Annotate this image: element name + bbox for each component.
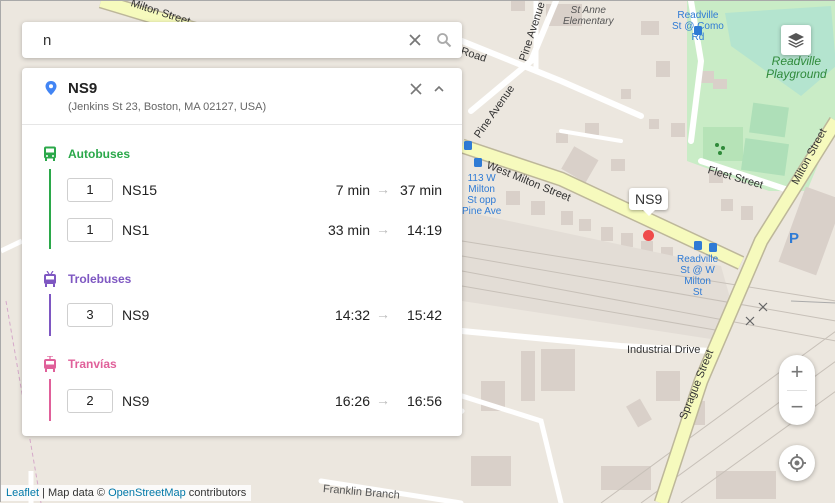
section-title: Autobuses	[68, 147, 131, 161]
zoom-out-button[interactable]: −	[779, 390, 815, 425]
section-title: Tranvías	[68, 357, 117, 371]
map-label-readville-como: Readville St @ Como Rd	[672, 10, 724, 43]
locate-button[interactable]	[779, 445, 815, 481]
section-autobuses: Autobuses 1 NS15 7 min → 37 min 1 NS1 33…	[22, 146, 462, 256]
route-row[interactable]: 2 NS9 16:26 → 16:56	[67, 389, 445, 413]
arrow-right-icon: →	[376, 181, 390, 197]
stop-name: NS9	[68, 80, 98, 97]
trolleybus-icon	[44, 271, 56, 287]
departure-time: 16:26	[334, 393, 370, 409]
arrow-right-icon: →	[376, 306, 390, 322]
departure-time: 33 min	[327, 222, 370, 238]
section-title: Trolebuses	[68, 272, 132, 286]
collapse-chevron-icon[interactable]	[434, 85, 444, 93]
leaflet-link[interactable]: Leaflet	[6, 487, 39, 499]
arrival-time: 14:19	[406, 222, 442, 238]
route-row[interactable]: 1 NS15 7 min → 37 min	[67, 178, 445, 202]
stop-marker-tooltip: NS9	[629, 188, 669, 216]
attribution-separator: | Map data ©	[39, 487, 109, 499]
crosshair-icon	[788, 454, 806, 472]
arrival-time: 16:56	[406, 393, 442, 409]
stop-marker[interactable]	[643, 230, 654, 241]
vehicle-count-badge: 1	[67, 218, 113, 242]
arrow-right-icon: →	[376, 221, 390, 237]
line-name: NS1	[122, 222, 150, 238]
vehicle-count-badge: 2	[67, 389, 113, 413]
search-icon[interactable]	[436, 32, 452, 48]
departure-time: 7 min	[335, 182, 370, 198]
map-attribution: Leaflet | Map data © OpenStreetMap contr…	[1, 485, 252, 501]
vehicle-count-badge: 3	[67, 303, 113, 327]
route-row[interactable]: 3 NS9 14:32 → 15:42	[67, 303, 445, 327]
stop-address: (Jenkins St 23, Boston, MA 02127, USA)	[68, 101, 267, 113]
zoom-in-button[interactable]: +	[779, 355, 815, 390]
stop-panel: NS9 (Jenkins St 23, Boston, MA 02127, US…	[22, 68, 462, 436]
vehicle-count-badge: 1	[67, 178, 113, 202]
location-pin-icon	[45, 81, 57, 95]
attribution-suffix: contributors	[185, 487, 247, 499]
arrival-time: 15:42	[406, 307, 442, 323]
arrival-time: 37 min	[399, 182, 442, 198]
clear-search-icon[interactable]	[407, 32, 423, 48]
map-label-parking: P	[789, 230, 800, 247]
close-panel-icon[interactable]	[410, 83, 422, 95]
layers-icon	[788, 33, 804, 48]
line-name: NS9	[122, 393, 150, 409]
zoom-control: + −	[779, 355, 815, 425]
map-label-stop-113: 113 W Milton St opp Pine Ave	[462, 173, 502, 217]
map-label-readville-w-milton: Readville St @ W Milton St	[677, 254, 719, 298]
search-input[interactable]	[41, 30, 405, 50]
map-label-industrial-drive: Industrial Drive	[627, 344, 701, 356]
departure-time: 14:32	[334, 307, 370, 323]
line-name: NS15	[122, 182, 158, 198]
section-trolebuses: Trolebuses 3 NS9 14:32 → 15:42	[22, 271, 462, 341]
section-tranvias: Tranvías 2 NS9 16:26 → 16:56	[22, 356, 462, 426]
layers-button[interactable]	[781, 25, 811, 55]
bus-icon	[44, 146, 56, 161]
osm-link[interactable]: OpenStreetMap	[108, 487, 186, 499]
route-row[interactable]: 1 NS1 33 min → 14:19	[67, 218, 445, 242]
line-name: NS9	[122, 307, 150, 323]
map-label-st-anne: St Anne Elementary	[563, 5, 614, 27]
stop-panel-header: NS9 (Jenkins St 23, Boston, MA 02127, US…	[22, 68, 462, 125]
arrow-right-icon: →	[376, 392, 390, 408]
map-label-readville-playground: Readville Playground	[766, 54, 827, 81]
tram-icon	[44, 356, 56, 372]
search-box	[22, 22, 462, 58]
